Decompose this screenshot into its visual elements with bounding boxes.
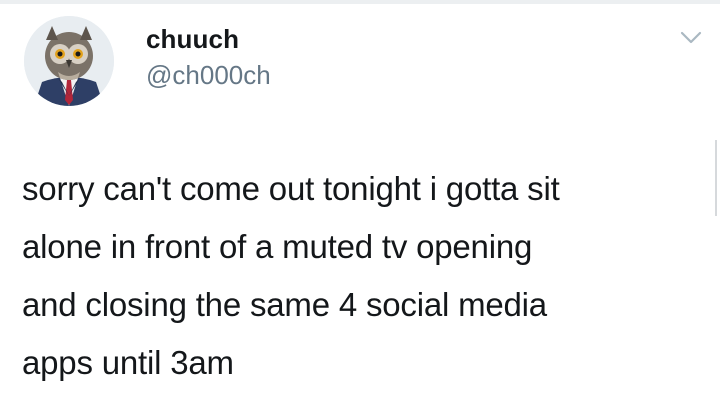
user-handle[interactable]: @ch000ch	[146, 60, 271, 91]
tweet-line: alone in front of a muted tv opening	[22, 228, 533, 265]
tweet-text: sorry can't come out tonight i gotta sit…	[22, 160, 702, 392]
avatar[interactable]	[24, 16, 114, 106]
tweet-line: apps until 3am	[22, 344, 234, 381]
top-divider	[0, 0, 720, 4]
tweet-line: sorry can't come out tonight i gotta sit	[22, 170, 560, 207]
owl-avatar-icon	[24, 16, 114, 106]
scrollbar[interactable]	[715, 140, 717, 216]
display-name[interactable]: chuuch	[146, 24, 239, 55]
chevron-down-icon[interactable]	[680, 30, 702, 46]
tweet-line: and closing the same 4 social media	[22, 286, 547, 323]
tweet-card: chuuch @ch000ch sorry can't come out ton…	[0, 0, 720, 412]
